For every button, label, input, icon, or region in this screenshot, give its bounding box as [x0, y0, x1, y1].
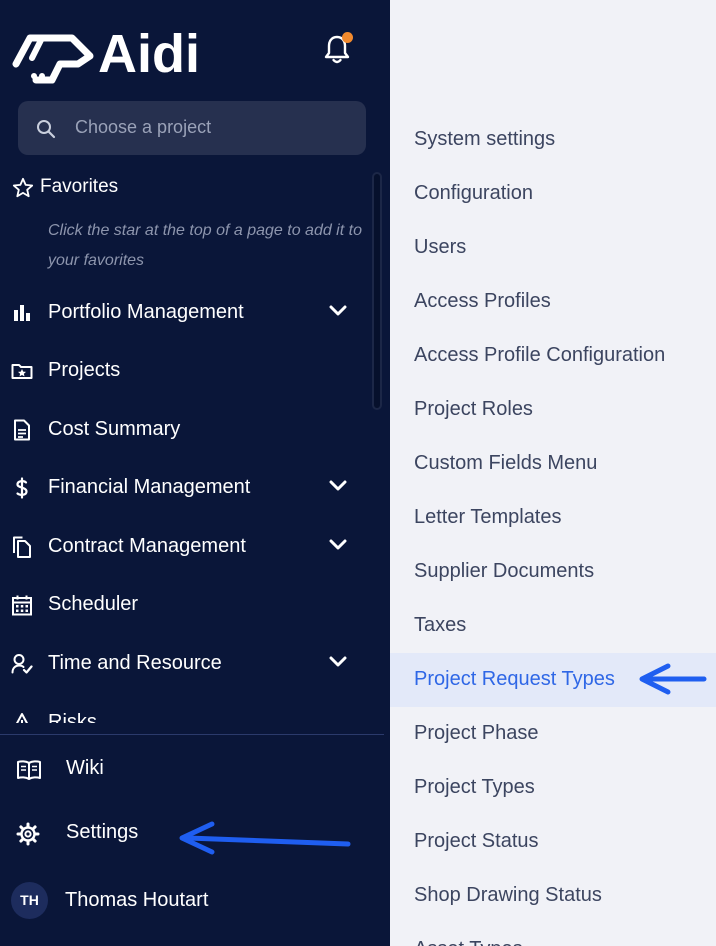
- project-search[interactable]: Choose a project: [18, 101, 366, 155]
- sidebar-item-label: Contract Management: [48, 535, 246, 557]
- dollar-icon: [16, 477, 28, 499]
- chevron-down-icon[interactable]: [329, 480, 347, 492]
- sidebar-item-label: Portfolio Management: [48, 301, 244, 323]
- calendar-icon: [12, 595, 32, 616]
- settings-menu-item[interactable]: Project Roles: [390, 383, 716, 437]
- avatar[interactable]: TH: [11, 882, 48, 919]
- sidebar-item-scheduler[interactable]: Scheduler: [0, 575, 372, 633]
- chevron-down-icon[interactable]: [329, 539, 347, 551]
- settings-menu-item[interactable]: Project Status: [390, 815, 716, 869]
- folder-star-icon: [11, 364, 33, 379]
- chevron-down-icon[interactable]: [329, 305, 347, 317]
- sidebar-item-risks[interactable]: Risks: [0, 693, 372, 723]
- sidebar-item-wiki[interactable]: Wiki: [0, 742, 390, 798]
- settings-menu-item[interactable]: Access Profile Configuration: [390, 329, 716, 383]
- search-placeholder[interactable]: Choose a project: [75, 117, 211, 138]
- settings-menu-item[interactable]: Supplier Documents: [390, 545, 716, 599]
- notifications-button[interactable]: [324, 32, 354, 66]
- notification-dot: [342, 32, 353, 43]
- sidebar: Aidi Choose a project Favorites Click th…: [0, 0, 390, 946]
- document-icon: [14, 419, 30, 441]
- user-name: Thomas Houtart: [65, 889, 209, 911]
- book-icon: [17, 760, 41, 780]
- gear-icon: [16, 822, 40, 846]
- settings-menu-item[interactable]: Project Phase: [390, 707, 716, 761]
- warning-icon: [15, 713, 29, 723]
- sidebar-item-portfolio-management[interactable]: Portfolio Management: [0, 283, 372, 341]
- user-profile[interactable]: TH Thomas Houtart: [0, 869, 390, 925]
- settings-menu-item[interactable]: System settings: [390, 113, 716, 167]
- wiki-label: Wiki: [66, 757, 104, 779]
- sidebar-item-financial-management[interactable]: Financial Management: [0, 458, 372, 516]
- sidebar-item-projects[interactable]: Projects: [0, 341, 372, 399]
- sidebar-item-settings[interactable]: Settings: [0, 806, 390, 862]
- settings-menu: System settings Configuration Users Acce…: [390, 0, 716, 946]
- sidebar-scrollbar-thumb[interactable]: [374, 174, 380, 408]
- settings-menu-item[interactable]: Letter Templates: [390, 491, 716, 545]
- sidebar-divider: [0, 734, 384, 735]
- sidebar-item-cost-summary[interactable]: Cost Summary: [0, 400, 372, 458]
- favorites-hint: Click the star at the top of a page to a…: [48, 222, 362, 269]
- settings-label: Settings: [66, 821, 139, 843]
- settings-menu-item[interactable]: Asset Types: [390, 923, 716, 946]
- settings-menu-item[interactable]: Shop Drawing Status: [390, 869, 716, 923]
- settings-menu-item[interactable]: Access Profiles: [390, 275, 716, 329]
- sidebar-item-label: Financial Management: [48, 476, 251, 498]
- favorites-title: Favorites: [40, 176, 119, 197]
- sidebar-item-contract-management[interactable]: Contract Management: [0, 517, 372, 575]
- sidebar-item-label: Scheduler: [48, 593, 139, 615]
- star-icon: [12, 177, 34, 198]
- app-name: Aidi: [98, 24, 200, 84]
- sidebar-item-label: Projects: [48, 359, 121, 381]
- sidebar-item-label: Time and Resource: [48, 652, 222, 674]
- search-icon: [37, 120, 56, 139]
- app-logo[interactable]: Aidi: [12, 24, 202, 84]
- settings-menu-item[interactable]: Configuration: [390, 167, 716, 221]
- bar-chart-icon: [14, 305, 30, 321]
- user-check-icon: [11, 654, 33, 674]
- sidebar-nav: Portfolio Management Projects Cost Summa…: [0, 283, 372, 723]
- sidebar-item-label: Risks: [48, 711, 97, 723]
- chevron-down-icon[interactable]: [329, 656, 347, 668]
- settings-menu-item-active[interactable]: Project Request Types: [390, 653, 716, 707]
- settings-menu-item[interactable]: Taxes: [390, 599, 716, 653]
- settings-menu-item[interactable]: Users: [390, 221, 716, 275]
- sidebar-item-time-and-resource[interactable]: Time and Resource: [0, 634, 372, 692]
- sidebar-item-label: Cost Summary: [48, 418, 181, 440]
- copy-icon: [13, 536, 31, 558]
- settings-menu-item[interactable]: Custom Fields Menu: [390, 437, 716, 491]
- logo-mark-icon: [12, 34, 94, 84]
- settings-menu-item[interactable]: Project Types: [390, 761, 716, 815]
